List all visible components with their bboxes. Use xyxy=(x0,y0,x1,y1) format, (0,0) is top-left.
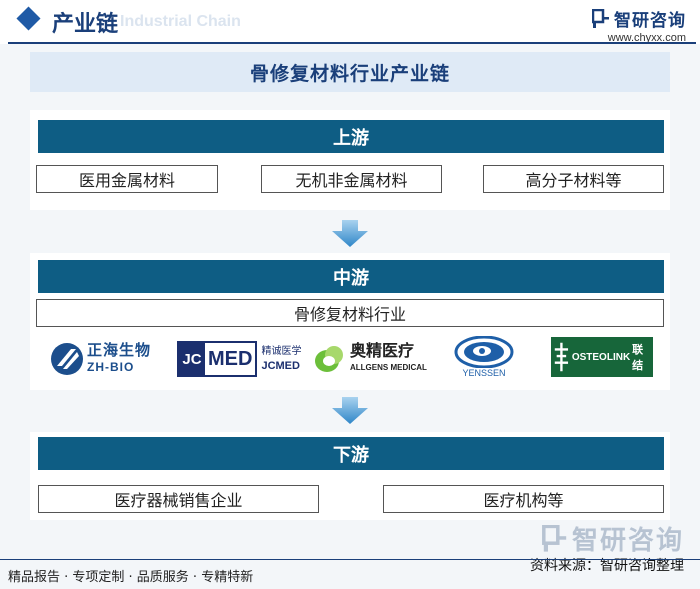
company-logo-allgens: 奥精医疗 ALLGENS MEDICAL xyxy=(313,340,427,378)
downstream-panel: 下游 医疗器械销售企业 医疗机构等 xyxy=(30,432,670,520)
allgens-name-cn: 奥精医疗 xyxy=(350,341,415,360)
downstream-band: 下游 xyxy=(38,437,664,470)
upstream-item: 无机非金属材料 xyxy=(261,165,442,193)
allgens-name-en: ALLGENS MEDICAL xyxy=(350,363,427,372)
zhbio-name-en: ZH-BIO xyxy=(87,360,135,374)
header-bar: Industrial Chain 产业链 智研咨询 www.chyxx.com xyxy=(0,0,700,44)
jcmed-name-cn: 精诚医学 xyxy=(261,346,302,357)
zhbio-name-cn: 正海生物 xyxy=(87,342,152,359)
header-ghost-subtitle: Industrial Chain xyxy=(120,13,241,30)
footer-rule xyxy=(0,559,700,560)
upstream-panel: 上游 医用金属材料 无机非金属材料 高分子材料等 xyxy=(30,110,670,210)
company-logo-zhbio: 正海生物 ZH-BIO xyxy=(50,340,151,378)
diagram-title: 骨修复材料行业产业链 xyxy=(30,52,670,92)
yenssen-name-en: YENSSEN xyxy=(462,368,506,378)
brand-logo-icon xyxy=(592,8,609,28)
downstream-item: 医疗机构等 xyxy=(383,485,664,513)
footer-brand: 智研咨询 资料来源：智研咨询整理 xyxy=(530,520,684,575)
company-logo-jcmed: JC MED 精诚医学 JCMED xyxy=(177,340,301,378)
diamond-icon xyxy=(16,6,41,31)
company-logo-yenssen: YENSSEN xyxy=(452,336,516,380)
brand-logo-block: 智研咨询 www.chyxx.com xyxy=(592,6,686,44)
brand-name: 智研咨询 xyxy=(614,11,686,31)
footer-slogan: 精品报告 · 专项定制 · 品质服务 · 专精特新 xyxy=(8,570,254,585)
down-arrow-icon xyxy=(332,397,368,424)
zhbio-logo-icon xyxy=(51,343,83,375)
osteolink-name-en: OSTEOLINK xyxy=(571,351,631,363)
jcmed-word: MED xyxy=(208,347,253,370)
osteolink-logo-icon xyxy=(554,342,569,372)
upstream-item: 高分子材料等 xyxy=(483,165,664,193)
jcmed-name-en: JCMED xyxy=(261,360,300,372)
yenssen-logo-icon xyxy=(454,336,514,368)
upstream-band: 上游 xyxy=(38,120,664,153)
allgens-logo-icon xyxy=(315,346,343,372)
down-arrow-icon xyxy=(332,220,368,247)
page-title: 产业链 xyxy=(52,12,119,37)
midstream-band: 中游 xyxy=(38,260,664,293)
watermark-logo-icon xyxy=(542,524,567,552)
source-note: 资料来源：智研咨询整理 xyxy=(530,558,684,574)
midstream-industry-box: 骨修复材料行业 xyxy=(36,299,664,327)
footer-brand-watermark: 智研咨询 xyxy=(571,526,684,556)
downstream-item: 医疗器械销售企业 xyxy=(38,485,319,513)
header-rule xyxy=(8,42,696,44)
jcmed-mark: JC xyxy=(179,343,205,375)
osteolink-name-cn: 联结 xyxy=(632,343,644,372)
upstream-item: 医用金属材料 xyxy=(36,165,218,193)
company-logo-osteolink: OSTEOLINK 联结 xyxy=(551,337,653,377)
